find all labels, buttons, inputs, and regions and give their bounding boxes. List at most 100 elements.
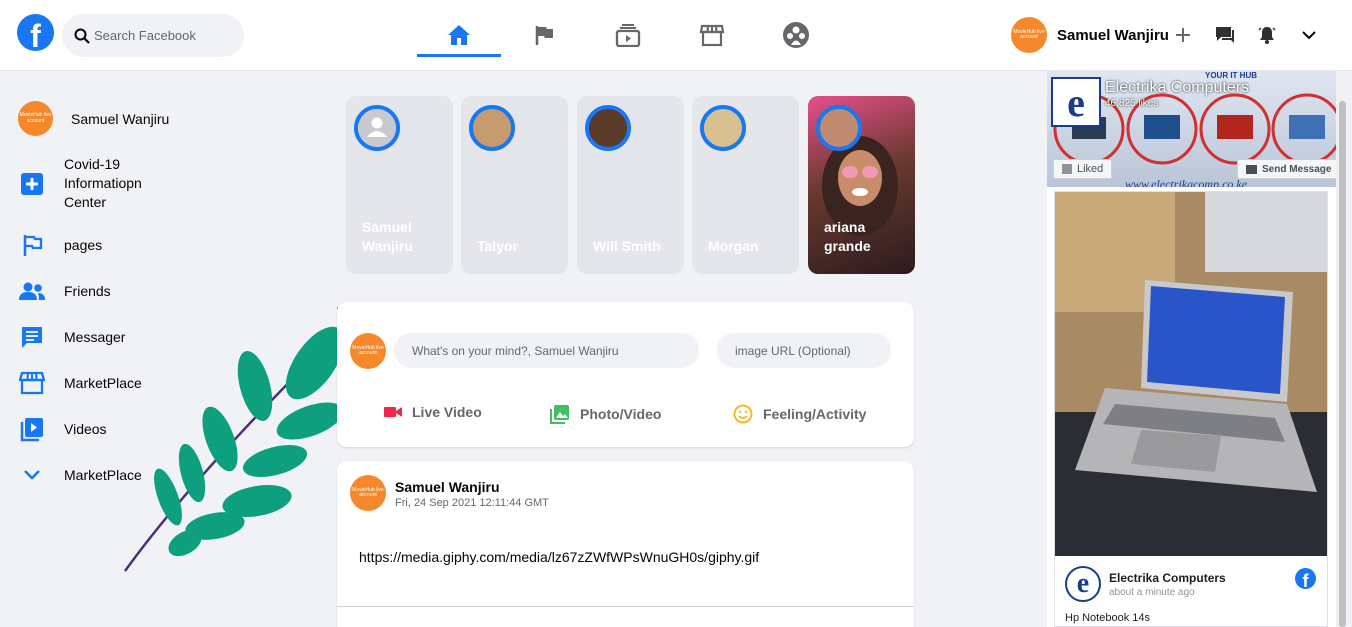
sidebar-item-messager[interactable]: Messager xyxy=(18,323,125,351)
facebook-logo-icon[interactable]: f xyxy=(17,14,54,51)
post-author[interactable]: Samuel Wanjiru xyxy=(395,479,500,495)
page-likes: 46,825 likes xyxy=(1105,98,1159,109)
top-navbar: f MovieHub live account Samuel Wanjiru xyxy=(0,0,1352,71)
pages-tab[interactable] xyxy=(529,20,559,50)
story-card[interactable]: Talyor xyxy=(461,96,568,274)
avatar: MovieHub live account xyxy=(1011,17,1047,53)
story-card[interactable]: Samuel Wanjiru xyxy=(346,96,453,274)
laptop-photo-image[interactable] xyxy=(1055,192,1327,556)
facebook-small-icon xyxy=(1062,164,1072,174)
account-menu-button[interactable] xyxy=(1298,24,1320,46)
send-message-label: Send Message xyxy=(1262,163,1332,175)
store-icon xyxy=(699,24,725,47)
post-body: https://media.giphy.com/media/lz67zZWfWP… xyxy=(359,549,760,565)
sidebar-item-videos[interactable]: Videos xyxy=(18,415,107,443)
page-logo-icon[interactable]: e xyxy=(1065,566,1101,602)
liked-button[interactable]: Liked xyxy=(1053,159,1113,179)
post-time[interactable]: about a minute ago xyxy=(1109,587,1195,598)
left-sidebar: MovieHub live account Samuel Wanjiru Cov… xyxy=(0,71,345,627)
story-avatar xyxy=(700,105,746,151)
smiley-icon xyxy=(733,404,753,424)
photo-video-label: Photo/Video xyxy=(580,406,662,422)
story-name: ariana grande xyxy=(824,219,871,254)
profile-chip[interactable]: MovieHub live account Samuel Wanjiru xyxy=(1011,17,1169,53)
story-avatar xyxy=(816,105,862,151)
video-icon xyxy=(18,415,46,443)
banner-url: www.electrikacomp.co.ke xyxy=(1125,177,1248,187)
avatar: MovieHub live account xyxy=(18,101,53,136)
liked-label: Liked xyxy=(1077,163,1104,175)
sidebar-item-label: Messager xyxy=(64,329,126,345)
post-input-pill[interactable] xyxy=(394,333,699,368)
story-card[interactable]: ariana grande xyxy=(808,96,915,274)
post-timestamp[interactable]: Fri, 24 Sep 2021 12:11:44 GMT xyxy=(395,497,549,509)
avatar: MovieHub live account xyxy=(350,333,386,369)
flag-icon xyxy=(535,26,553,45)
story-card[interactable]: Will Smith xyxy=(577,96,684,274)
image-url-pill[interactable] xyxy=(717,333,891,368)
embedded-post: e Electrika Computers about a minute ago… xyxy=(1054,191,1328,627)
active-tab-indicator xyxy=(417,54,501,57)
sidebar-item-label: Friends xyxy=(64,283,111,299)
home-tab[interactable] xyxy=(444,20,474,50)
story-name: Talyor xyxy=(477,238,518,254)
story-avatar xyxy=(585,105,631,151)
chevron-down-icon xyxy=(18,461,46,489)
story-avatar xyxy=(469,105,515,151)
notifications-button[interactable] xyxy=(1256,24,1278,46)
story-card[interactable]: Morgan xyxy=(692,96,799,274)
sidebar-profile[interactable]: MovieHub live account Samuel Wanjiru xyxy=(18,101,169,136)
friends-icon xyxy=(18,277,46,305)
scrollbar-thumb[interactable] xyxy=(1339,101,1346,627)
post-input[interactable] xyxy=(412,343,699,358)
page-plugin-widget: YOUR IT HUB e Electrika Computers 46,825… xyxy=(1047,71,1349,627)
post-text: Hp Notebook 14s xyxy=(1065,612,1150,624)
avatar: MovieHub live account xyxy=(350,475,386,511)
live-video-label: Live Video xyxy=(412,404,482,420)
bell-icon xyxy=(1258,27,1276,44)
scrollbar[interactable] xyxy=(1336,71,1349,627)
composer-card xyxy=(337,302,914,447)
flag-icon xyxy=(18,231,46,259)
sidebar-item-pages[interactable]: pages xyxy=(18,231,102,259)
send-message-button[interactable]: Send Message xyxy=(1237,159,1341,179)
search-icon xyxy=(74,28,90,44)
story-avatar xyxy=(354,105,400,151)
sidebar-item-label: Videos xyxy=(64,421,107,437)
sidebar-item-label: Covid-19 Informatiopn Center xyxy=(64,156,142,210)
video-camera-icon xyxy=(384,405,402,419)
sidebar-item-friends[interactable]: Friends xyxy=(18,277,111,305)
watch-tab[interactable] xyxy=(613,20,643,50)
profile-name: Samuel Wanjiru xyxy=(1057,26,1169,44)
cover-banner: YOUR IT HUB e Electrika Computers 46,825… xyxy=(1047,71,1349,187)
groups-tab[interactable] xyxy=(781,20,811,50)
page-logo-icon[interactable]: e xyxy=(1051,77,1101,127)
live-video-button[interactable]: Live Video xyxy=(384,404,482,420)
story-name: Samuel Wanjiru xyxy=(362,219,413,254)
create-button[interactable] xyxy=(1172,24,1194,46)
plus-icon xyxy=(18,170,46,198)
messenger-button[interactable] xyxy=(1214,24,1236,46)
search-input[interactable] xyxy=(94,28,234,43)
page-name[interactable]: Electrika Computers xyxy=(1105,79,1249,97)
facebook-icon[interactable]: f xyxy=(1295,568,1316,589)
groups-icon xyxy=(783,22,809,48)
divider xyxy=(337,606,914,607)
search-box[interactable] xyxy=(62,14,244,57)
watch-icon xyxy=(615,24,641,47)
marketplace-tab[interactable] xyxy=(697,20,727,50)
story-name: Morgan xyxy=(708,238,759,254)
leaf-decoration-icon xyxy=(123,326,345,572)
post-card: MovieHub live account Samuel Wanjiru Fri… xyxy=(337,461,914,627)
feeling-activity-button[interactable]: Feeling/Activity xyxy=(733,404,866,424)
message-icon xyxy=(18,323,46,351)
sidebar-item-covid[interactable]: Covid-19 Informatiopn Center xyxy=(18,155,159,212)
story-name: Will Smith xyxy=(593,238,661,254)
photo-video-button[interactable]: Photo/Video xyxy=(550,404,661,424)
sidebar-item-label: pages xyxy=(64,237,103,253)
user-placeholder-icon xyxy=(358,109,396,147)
sidebar-profile-name: Samuel Wanjiru xyxy=(71,110,170,127)
plus-icon xyxy=(1176,28,1190,42)
image-url-input[interactable] xyxy=(735,343,891,358)
post-page-name[interactable]: Electrika Computers xyxy=(1109,571,1226,585)
